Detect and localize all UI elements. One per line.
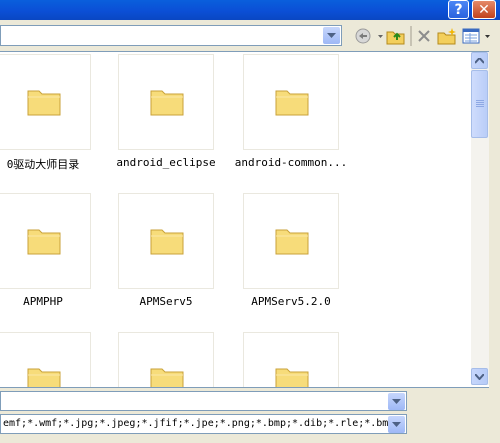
file-label: APMServ5 bbox=[139, 295, 193, 308]
folder-thumbnail bbox=[118, 193, 214, 289]
file-label: APMPHP bbox=[23, 295, 63, 308]
scroll-thumb[interactable] bbox=[471, 70, 488, 138]
folder-icon bbox=[275, 229, 309, 255]
file-name-combobox[interactable] bbox=[0, 391, 407, 411]
folder-thumbnail bbox=[243, 54, 339, 150]
chevron-down-icon[interactable] bbox=[323, 27, 340, 44]
folder-thumbnail bbox=[118, 54, 214, 150]
back-icon[interactable] bbox=[352, 26, 374, 46]
folder-icon bbox=[27, 90, 61, 116]
file-list-pane[interactable]: 0驱动大师目录 android_eclipse android-common..… bbox=[0, 51, 489, 388]
look-in-combobox[interactable] bbox=[0, 25, 342, 46]
title-bar: ? ✕ bbox=[0, 0, 500, 20]
folder-icon bbox=[150, 368, 184, 387]
view-menu-icon[interactable] bbox=[460, 26, 482, 46]
toolbar-separator bbox=[410, 26, 412, 46]
file-label: 0驱动大师目录 bbox=[6, 158, 80, 171]
toolbar bbox=[0, 22, 500, 50]
chevron-up-icon bbox=[475, 57, 484, 64]
folder-icon bbox=[150, 90, 184, 116]
folder-thumbnail bbox=[118, 332, 214, 387]
folder-icon bbox=[275, 90, 309, 116]
chevron-down-icon[interactable] bbox=[388, 393, 405, 410]
chevron-down-icon[interactable] bbox=[483, 26, 491, 46]
scroll-up-button[interactable] bbox=[471, 52, 488, 69]
folder-thumbnail bbox=[0, 193, 91, 289]
folder-icon bbox=[275, 368, 309, 387]
folder-thumbnail bbox=[243, 332, 339, 387]
scroll-down-button[interactable] bbox=[471, 368, 488, 385]
chevron-down-icon[interactable] bbox=[377, 26, 383, 46]
help-button[interactable]: ? bbox=[448, 0, 469, 19]
chevron-down-icon[interactable] bbox=[388, 416, 405, 433]
file-label: APMServ5.2.0 bbox=[251, 295, 331, 308]
vertical-scrollbar[interactable] bbox=[471, 52, 489, 385]
chevron-down-icon bbox=[475, 373, 484, 380]
folder-thumbnail bbox=[0, 332, 91, 387]
close-button[interactable]: ✕ bbox=[472, 0, 496, 19]
folder-icon bbox=[27, 229, 61, 255]
folder-icon bbox=[150, 229, 184, 255]
file-type-combobox[interactable]: emf;*.wmf;*.jpg;*.jpeg;*.jfif;*.jpe;*.pn… bbox=[0, 414, 407, 434]
folder-thumbnail bbox=[243, 193, 339, 289]
up-folder-icon[interactable] bbox=[385, 26, 407, 46]
file-label: android_eclipse bbox=[116, 156, 216, 169]
file-label: android-common... bbox=[234, 156, 348, 169]
folder-thumbnail bbox=[0, 54, 91, 150]
new-folder-icon[interactable] bbox=[436, 26, 458, 46]
file-type-value: emf;*.wmf;*.jpg;*.jpeg;*.jfif;*.jpe;*.pn… bbox=[3, 418, 389, 429]
delete-icon[interactable] bbox=[414, 26, 434, 46]
folder-icon bbox=[27, 368, 61, 387]
